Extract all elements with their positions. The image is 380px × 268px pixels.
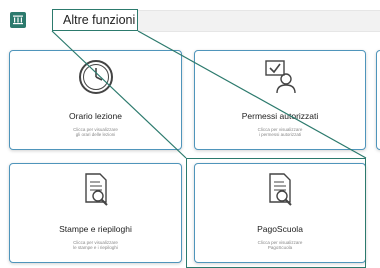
document-search-icon [264,172,296,213]
card-title: PagoScuola [257,224,303,234]
clock-icon [78,59,114,100]
authorized-person-icon [260,59,300,100]
card-partial-right[interactable] [376,50,380,150]
card-subtitle: gli orari delle lezioni [75,132,116,137]
card-title: Orario lezione [69,111,122,121]
altre-funzioni-callout: Altre funzioni [52,9,138,31]
card-orario-lezione[interactable]: Orario lezione Clicca per visualizzare g… [9,50,182,150]
card-pagoscuola[interactable]: PagoScuola Clicca per visualizzare PagoS… [194,163,366,263]
card-subtitle: i permessi autorizzati [258,132,302,137]
card-title: Stampe e riepiloghi [59,224,132,234]
card-permessi-autorizzati[interactable]: Permessi autorizzati Clicca per visualiz… [194,50,366,150]
card-subtitle: le stampe e i riepiloghi [73,245,118,250]
institution-icon[interactable] [10,12,26,28]
header-strip [138,10,380,32]
document-search-icon [80,172,112,213]
card-stampe-riepiloghi[interactable]: Stampe e riepiloghi Clicca per visualizz… [9,163,182,263]
card-title: Permessi autorizzati [241,111,319,121]
card-subtitle: PagoScuola [267,245,293,250]
